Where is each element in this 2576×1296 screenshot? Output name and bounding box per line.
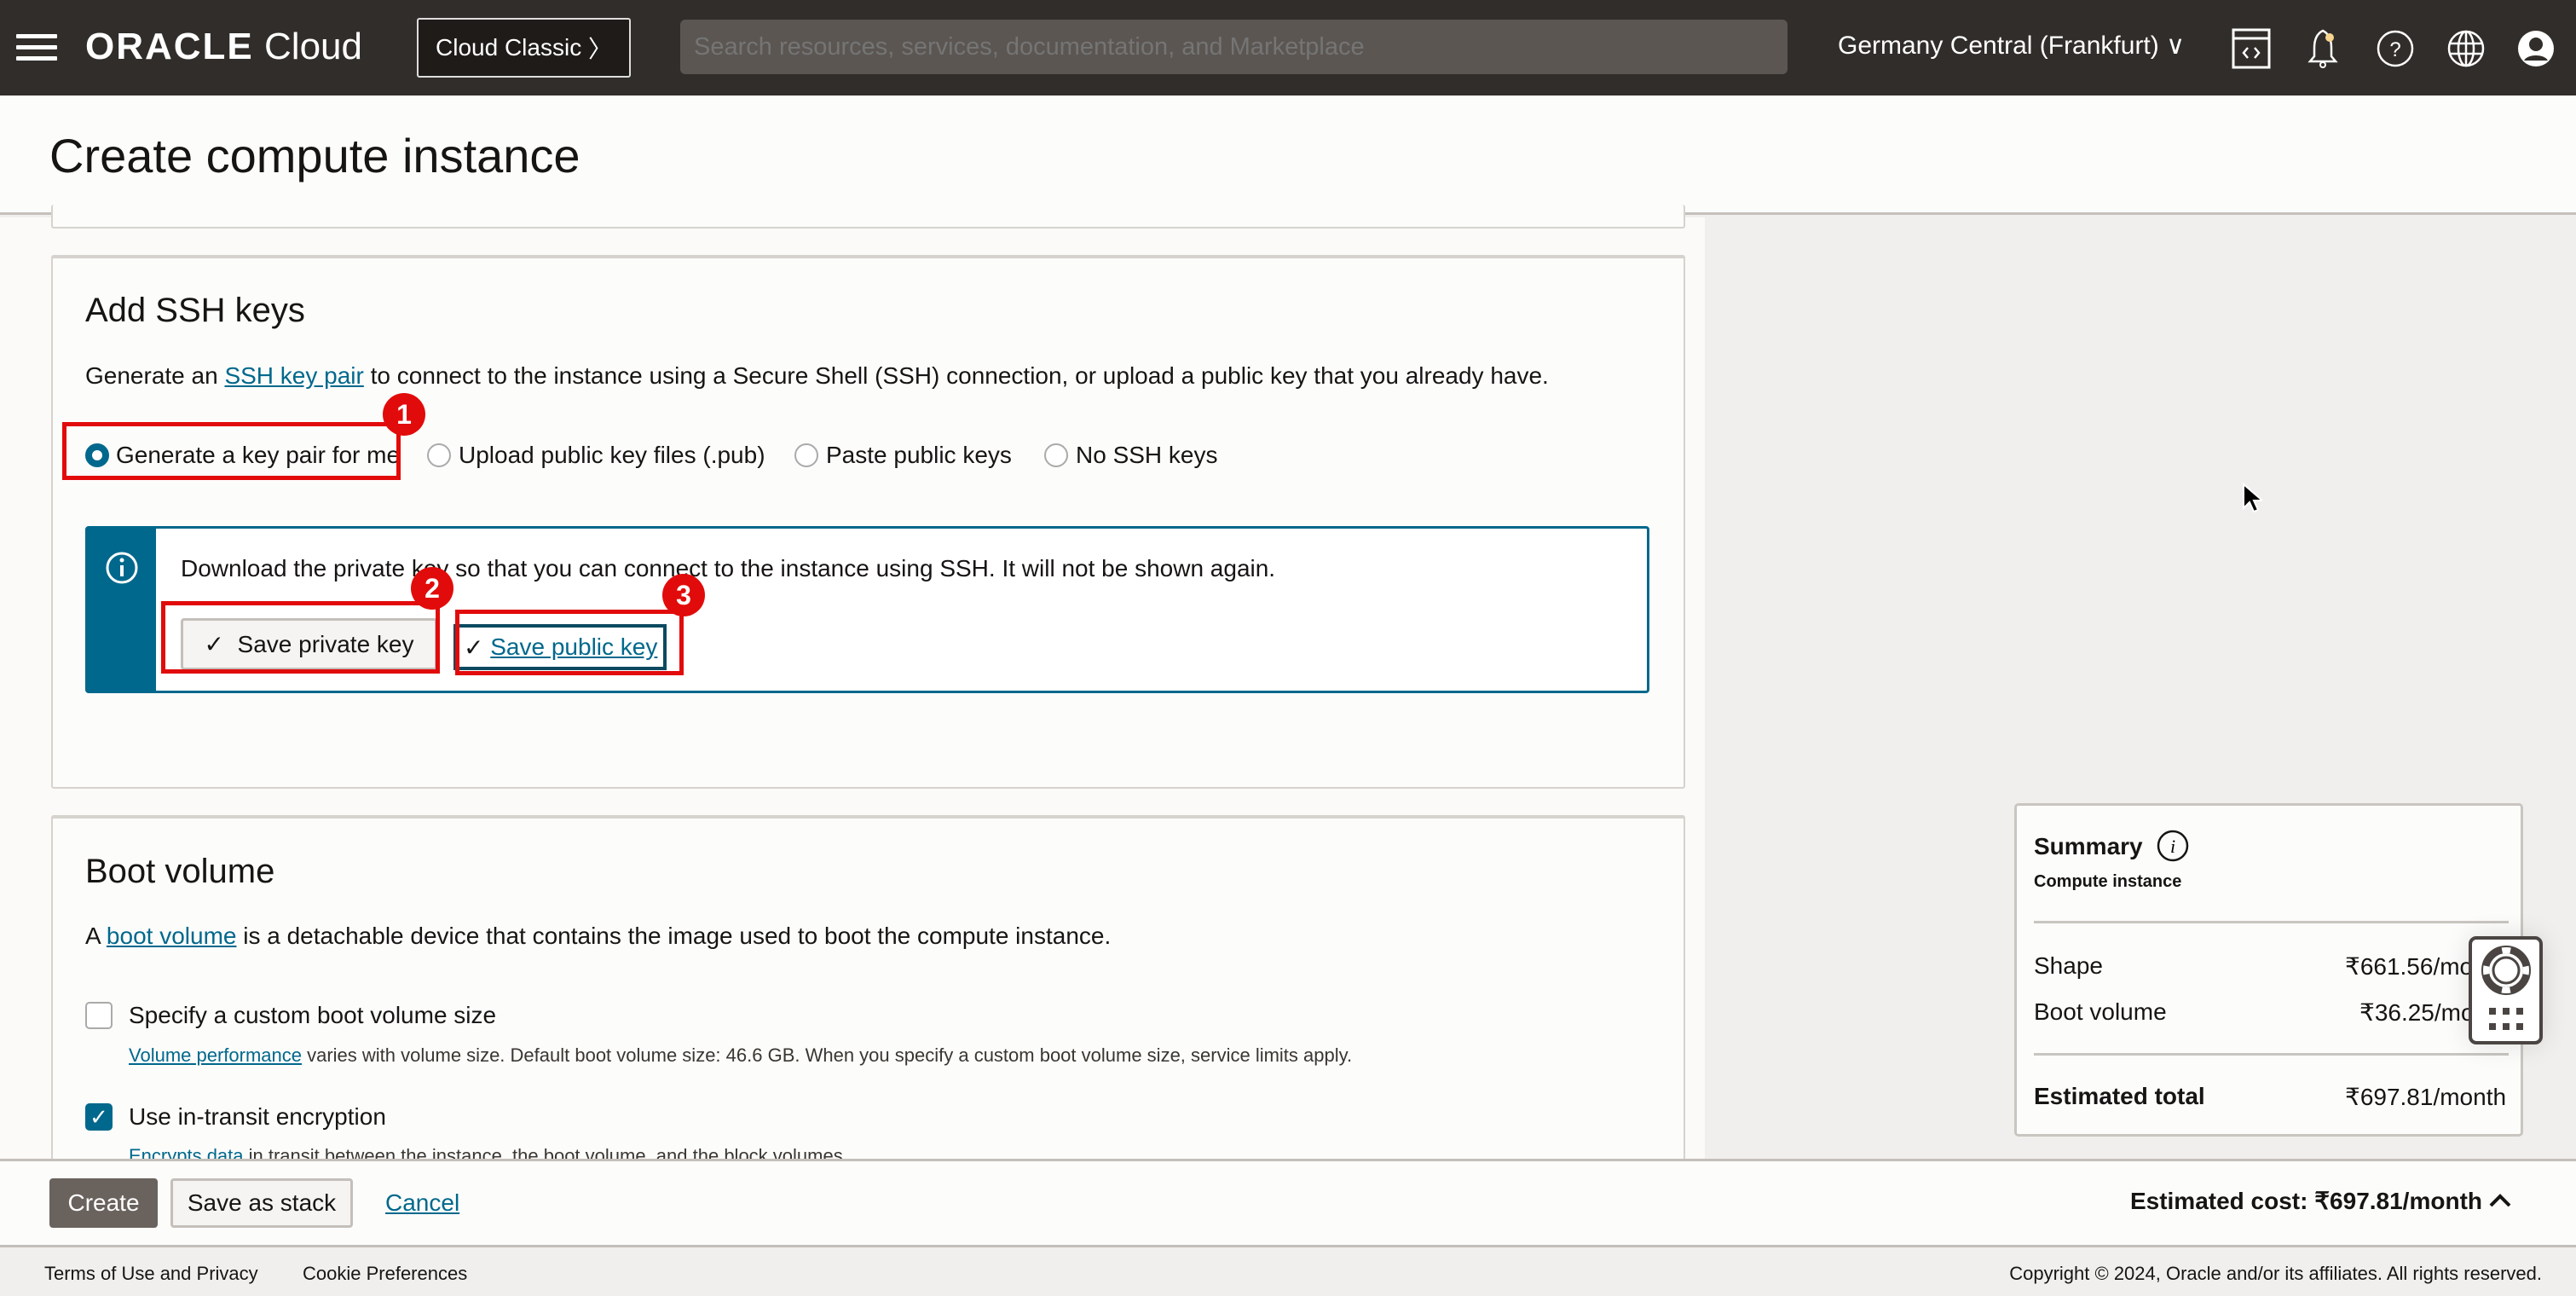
estimated-cost: Estimated cost: ₹697.81/month (2129, 1188, 2482, 1214)
top-nav-bar: ORACLE Cloud Cloud Classic 〉 Germany Cen… (0, 0, 2576, 95)
cloud-classic-button[interactable]: Cloud Classic 〉 (417, 18, 631, 78)
svg-text:?: ? (2389, 38, 2400, 61)
ssh-desc-suffix: to connect to the instance using a Secur… (363, 362, 1549, 389)
ssh-description: Generate an SSH key pair to connect to t… (85, 362, 1549, 390)
ssh-section-title: Add SSH keys (85, 292, 305, 329)
terms-link[interactable]: Terms of Use and Privacy (44, 1263, 258, 1285)
summary-info-icon[interactable]: i (2156, 829, 2190, 863)
divider (2034, 921, 2509, 923)
ssh-desc-prefix: Generate an (85, 362, 225, 389)
logo-product: Cloud (264, 26, 362, 67)
annotation-box-1 (62, 422, 401, 480)
boot-description: A boot volume is a detachable device tha… (85, 923, 1111, 950)
custom-boot-size-help: Volume performance varies with volume si… (129, 1044, 1352, 1067)
summary-total-value: ₹697.81/month (2345, 1084, 2507, 1110)
user-profile-icon[interactable] (2515, 27, 2557, 70)
radio-no-ssh-label[interactable]: No SSH keys (1076, 442, 1218, 469)
copyright: Copyright © 2024, Oracle and/or its affi… (2009, 1263, 2542, 1284)
cloud-classic-label: Cloud Classic (436, 34, 582, 61)
footer: Terms of Use and Privacy Cookie Preferen… (0, 1247, 2576, 1296)
oracle-cloud-logo[interactable]: ORACLE Cloud (85, 26, 362, 68)
annotation-box-3 (455, 610, 684, 675)
radio-upload-public-key[interactable] (427, 443, 451, 467)
radio-no-ssh-keys[interactable] (1044, 443, 1068, 467)
help-widget[interactable] (2469, 936, 2543, 1044)
ssh-key-pair-link[interactable]: SSH key pair (224, 362, 363, 389)
code-editor-icon[interactable] (2230, 27, 2273, 70)
summary-boot-label: Boot volume (2034, 998, 2167, 1025)
radio-paste-public-keys[interactable] (794, 443, 818, 467)
cancel-link[interactable]: Cancel (385, 1189, 459, 1217)
radio-upload-label[interactable]: Upload public key files (.pub) (459, 442, 765, 469)
chevron-up-icon[interactable] (2487, 1190, 2513, 1211)
logo-brand: ORACLE (85, 26, 254, 67)
summary-shape-label: Shape (2034, 952, 2103, 979)
in-transit-encryption-label[interactable]: Use in-transit encryption (129, 1103, 386, 1131)
chevron-down-icon: ∨ (2166, 32, 2186, 60)
region-label: Germany Central (Frankfurt) (1838, 32, 2159, 60)
boot-section-title: Boot volume (85, 853, 275, 890)
info-banner-strip (88, 529, 156, 691)
ssh-keys-section (51, 255, 1685, 789)
radio-paste-label[interactable]: Paste public keys (826, 442, 1012, 469)
create-button[interactable]: Create (49, 1178, 158, 1228)
summary-total-label: Estimated total (2034, 1083, 2205, 1109)
hamburger-menu-icon[interactable] (16, 34, 57, 61)
annotation-badge-2: 2 (411, 567, 453, 610)
notifications-bell-icon[interactable] (2302, 27, 2344, 70)
help-icon[interactable]: ? (2374, 27, 2417, 70)
mouse-cursor-icon (2243, 483, 2262, 513)
summary-panel: Summary i Compute instance Shape ₹661.56… (2014, 803, 2523, 1137)
summary-subtitle: Compute instance (2034, 872, 2182, 891)
annotation-badge-1: 1 (383, 393, 425, 436)
page-title-bar: Create compute instance (0, 95, 2576, 215)
boot-desc-prefix: A (85, 923, 107, 949)
annotation-badge-3: 3 (662, 574, 705, 616)
volume-performance-link[interactable]: Volume performance (129, 1044, 302, 1066)
chevron-right-icon: 〉 (587, 36, 612, 62)
language-globe-icon[interactable] (2445, 27, 2487, 70)
action-bar: Create Save as stack Cancel Estimated co… (0, 1159, 2576, 1247)
boot-volume-link[interactable]: boot volume (107, 923, 237, 949)
previous-section-card (51, 205, 1685, 229)
svg-text:i: i (2170, 836, 2175, 857)
lifebuoy-support-icon[interactable] (2481, 945, 2532, 996)
divider (2034, 1053, 2509, 1056)
search-input[interactable] (680, 20, 1788, 74)
annotation-box-2 (161, 601, 440, 674)
in-transit-encryption-checkbox[interactable]: ✓ (85, 1103, 113, 1131)
apps-grid-icon[interactable] (2489, 1008, 2525, 1033)
custom-size-help-text: varies with volume size. Default boot vo… (302, 1044, 1353, 1066)
cookie-preferences-link[interactable]: Cookie Preferences (303, 1263, 467, 1285)
custom-boot-size-label[interactable]: Specify a custom boot volume size (129, 1002, 496, 1029)
summary-title: Summary (2034, 833, 2143, 859)
info-icon (106, 552, 138, 584)
save-as-stack-button[interactable]: Save as stack (170, 1178, 353, 1228)
info-banner-text: Download the private key so that you can… (181, 555, 1276, 581)
boot-desc-suffix: is a detachable device that contains the… (236, 923, 1112, 949)
page-title: Create compute instance (49, 129, 580, 182)
custom-boot-size-checkbox[interactable] (85, 1002, 113, 1029)
region-selector[interactable]: Germany Central (Frankfurt) ∨ (1838, 31, 2185, 61)
